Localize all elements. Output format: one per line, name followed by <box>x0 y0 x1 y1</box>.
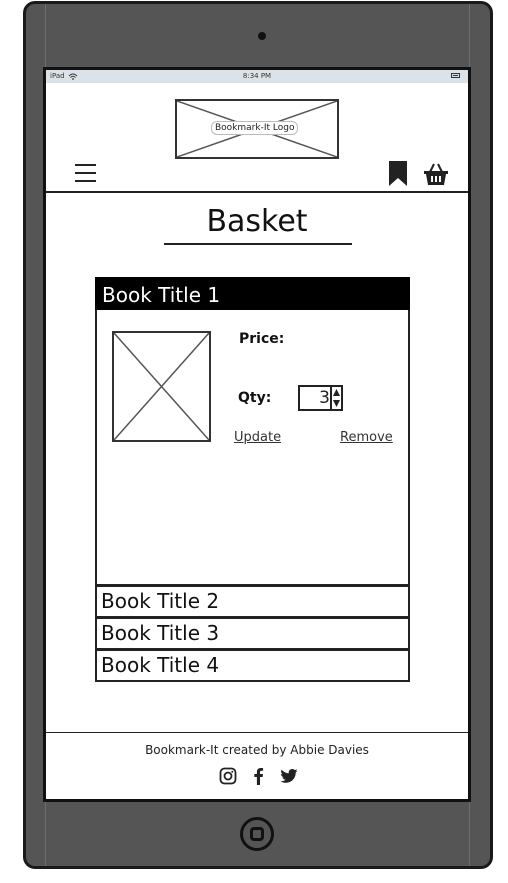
status-bar: iPad 8:34 PM <box>46 70 468 83</box>
update-link[interactable]: Update <box>234 430 281 445</box>
twitter-icon[interactable] <box>280 767 298 785</box>
basket-icon[interactable] <box>423 162 449 186</box>
accordion-header-book-3[interactable]: Book Title 3 <box>95 617 410 650</box>
home-button[interactable] <box>240 817 274 851</box>
page-title: Basket <box>206 204 308 239</box>
site-logo[interactable]: Bookmark-It Logo <box>175 99 339 159</box>
camera <box>258 32 266 40</box>
image-placeholder-icon <box>114 333 209 440</box>
battery-icon <box>451 73 460 78</box>
footer-divider <box>46 732 468 733</box>
qty-label: Qty: <box>238 390 272 406</box>
remove-link[interactable]: Remove <box>340 430 393 445</box>
accordion-header-book-2[interactable]: Book Title 2 <box>95 585 410 618</box>
basket-accordion: Book Title 1 Price: Qty: 3 Update Remove… <box>95 277 410 682</box>
instagram-icon[interactable] <box>219 767 237 785</box>
footer-credit: Bookmark-It created by Abbie Davies <box>145 743 369 757</box>
title-underline <box>164 243 352 245</box>
quantity-stepper[interactable]: 3 <box>298 385 343 411</box>
accordion-header-book-1[interactable]: Book Title 1 <box>95 277 410 310</box>
price-label: Price: <box>239 331 285 347</box>
accordion-header-book-4[interactable]: Book Title 4 <box>95 649 410 682</box>
hamburger-menu-icon[interactable] <box>74 163 98 183</box>
quantity-value[interactable]: 3 <box>300 387 330 409</box>
spinner-arrows-icon[interactable] <box>330 387 341 409</box>
logo-label: Bookmark-It Logo <box>211 121 299 135</box>
book-cover-image <box>112 331 211 442</box>
status-time: 8:34 PM <box>242 72 272 80</box>
accordion-body-book-1: Price: Qty: 3 Update Remove <box>95 310 410 586</box>
header-divider <box>46 191 468 193</box>
screen: iPad 8:34 PM Bookmark-It Logo Basket Boo… <box>43 67 471 802</box>
bookmark-icon[interactable] <box>388 161 408 187</box>
facebook-icon[interactable] <box>250 767 268 785</box>
home-button-icon <box>250 827 264 841</box>
